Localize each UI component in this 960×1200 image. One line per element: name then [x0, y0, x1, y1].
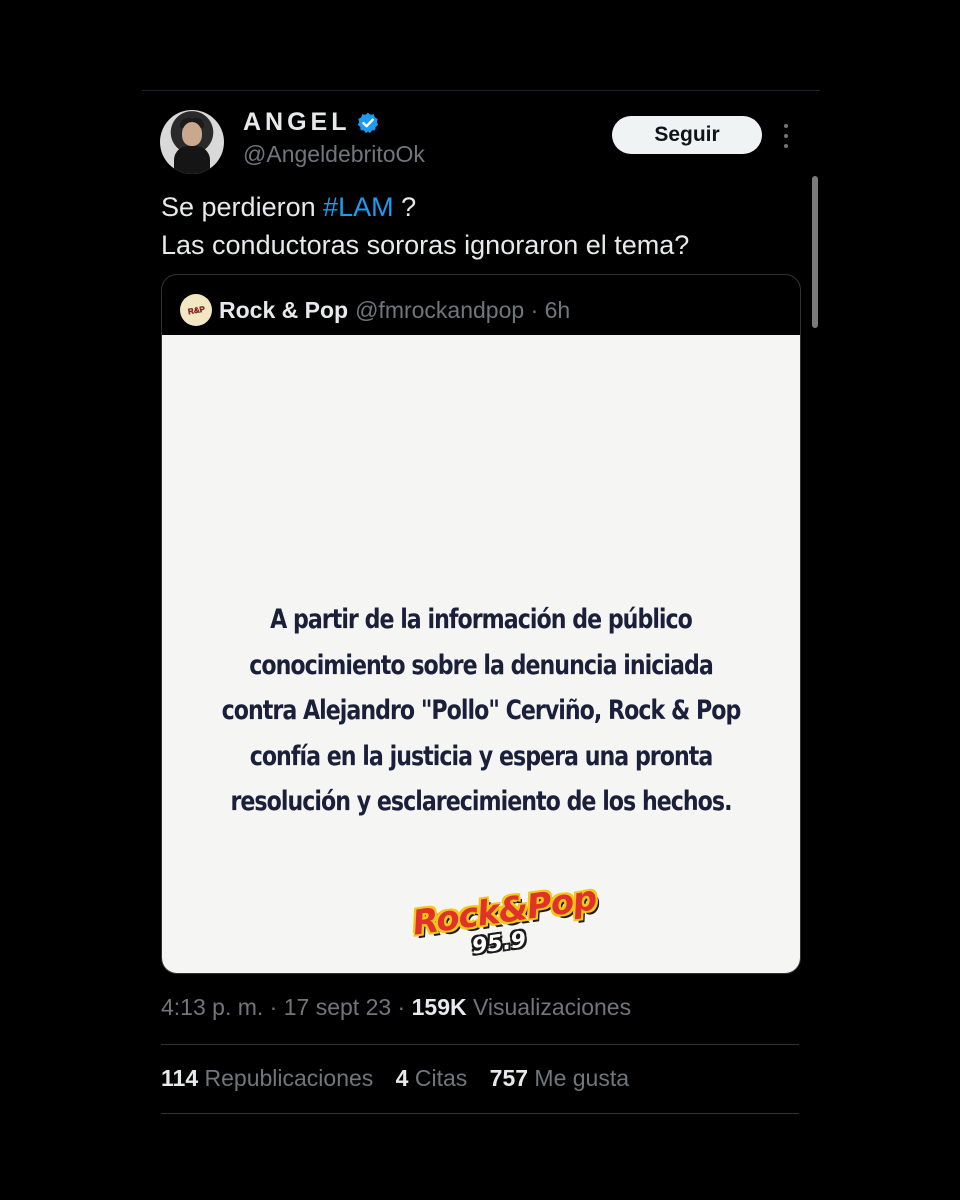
rock-and-pop-logo: Rock&Pop 95.9 [410, 878, 599, 971]
tweet-text-part: ? [393, 192, 417, 222]
quotes-count: 4 [395, 1065, 409, 1091]
quotes-label: Citas [414, 1065, 468, 1091]
meta-separator: · [263, 994, 284, 1020]
verified-badge-icon [357, 112, 379, 133]
quoted-image[interactable]: A partir de la información de público co… [162, 335, 800, 973]
quoted-avatar-logo-icon: R&P [186, 304, 206, 316]
quoted-author-avatar[interactable]: R&P [180, 294, 212, 326]
stats-divider-bottom [161, 1113, 799, 1114]
statement-line: A partir de la información de público [270, 604, 693, 635]
tweet-meta: 4:13 p. m. · 17 sept 23 · 159K Visualiza… [161, 994, 631, 1021]
quoted-tweet-header: R&P Rock & Pop @fmrockandpop · 6h [180, 293, 570, 327]
reposts-count: 114 [161, 1065, 199, 1091]
author-display-name[interactable]: ANGEL [243, 108, 351, 137]
author-avatar[interactable] [160, 110, 224, 174]
statement-line: conocimiento sobre la denuncia iniciada [249, 649, 714, 681]
reposts-label: Republicaciones [204, 1065, 374, 1091]
more-options-icon[interactable] [784, 124, 790, 148]
tweet-time[interactable]: 4:13 p. m. [161, 994, 263, 1020]
reposts-stat[interactable]: 114 Republicaciones [161, 1065, 373, 1091]
tweet-text-part: Se perdieron [161, 192, 324, 222]
hashtag-link[interactable]: #LAM [323, 192, 394, 222]
statement-text: A partir de la información de público co… [219, 597, 742, 825]
likes-count: 757 [489, 1065, 529, 1091]
meta-separator: · [391, 994, 412, 1020]
author-handle[interactable]: @AngeldebritoOk [243, 141, 425, 168]
stats-divider-top [161, 1044, 799, 1045]
tweet-date[interactable]: 17 sept 23 [284, 994, 391, 1020]
likes-label: Me gusta [534, 1065, 630, 1091]
top-divider [142, 90, 820, 91]
scrollbar[interactable] [812, 176, 818, 328]
views-count: 159K [411, 994, 467, 1020]
quoted-author-name[interactable]: Rock & Pop [219, 297, 348, 324]
tweet-line-2: Las conductoras sororas ignoraron el tem… [161, 230, 690, 260]
quoted-time: 6h [544, 296, 571, 323]
tweet-line-1: Se perdieron #LAM ? [161, 188, 801, 226]
engagement-stats: 114 Republicaciones 4 Citas 757 Me gusta [161, 1065, 645, 1092]
quoted-tweet-card[interactable]: R&P Rock & Pop @fmrockandpop · 6h A part… [161, 274, 801, 974]
statement-line: contra Alejandro "Pollo" Cerviño, Rock &… [221, 695, 742, 726]
tweet-text: Se perdieron #LAM ? Las conductoras soro… [161, 188, 801, 264]
views-label: Visualizaciones [472, 994, 632, 1020]
statement-line: confía en la justicia y espera una pront… [249, 740, 714, 772]
quoted-handle-text: @fmrockandpop [355, 296, 525, 323]
follow-button[interactable]: Seguir [612, 116, 762, 154]
likes-stat[interactable]: 757 Me gusta [490, 1065, 629, 1091]
statement-line: resolución y esclarecimiento de los hech… [230, 786, 732, 817]
quotes-stat[interactable]: 4 Citas [396, 1065, 468, 1091]
quoted-separator: · [524, 296, 545, 323]
quoted-author-handle: @fmrockandpop · 6h [355, 297, 570, 324]
